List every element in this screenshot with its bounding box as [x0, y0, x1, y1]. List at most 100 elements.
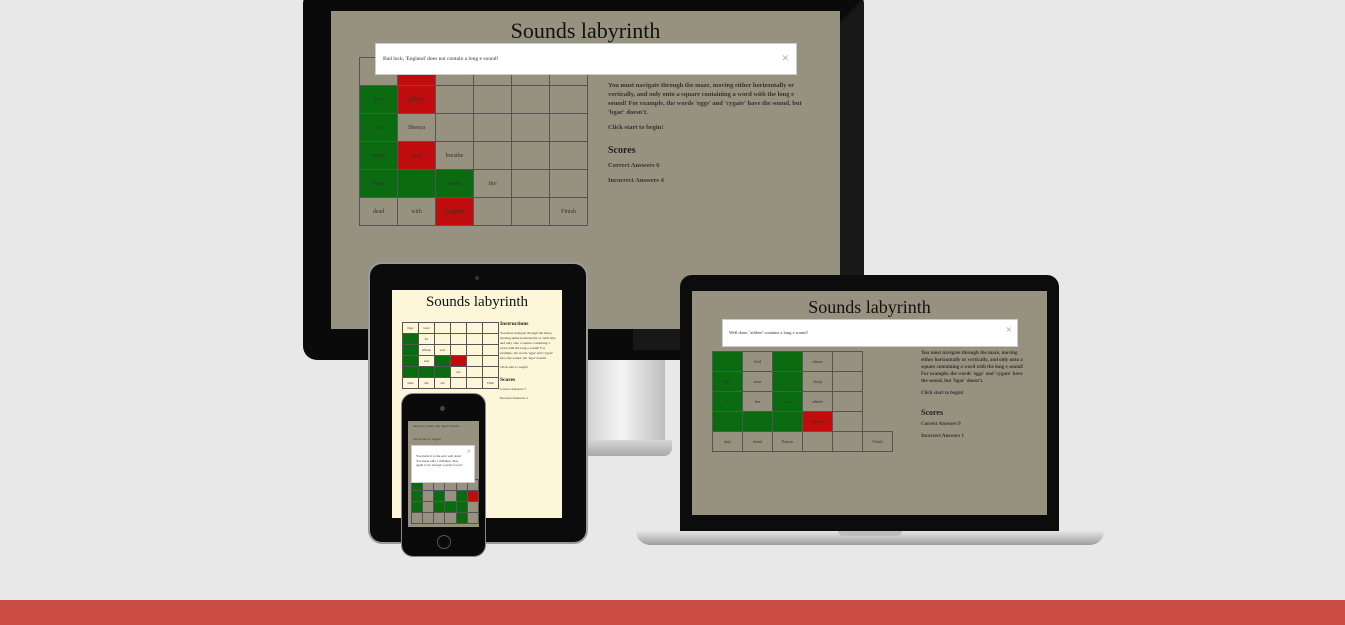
maze-cell[interactable]: [466, 501, 479, 513]
maze-cell[interactable]: [482, 344, 499, 356]
maze-cell[interactable]: [549, 113, 588, 142]
maze-cell[interactable]: Finish: [549, 197, 588, 226]
maze-cell[interactable]: [549, 141, 588, 170]
maze-cell[interactable]: steal: [397, 141, 436, 170]
maze-cell[interactable]: ship: [418, 377, 435, 389]
maze-cell[interactable]: [433, 512, 446, 524]
maze-cell[interactable]: Finish: [862, 431, 893, 452]
maze-cell[interactable]: England: [435, 197, 474, 226]
maze-cell[interactable]: [410, 512, 424, 524]
maze-cell[interactable]: [772, 411, 803, 432]
maze-cell[interactable]: [473, 113, 512, 142]
maze-cell[interactable]: [435, 85, 474, 114]
maze-cell[interactable]: [466, 366, 483, 378]
maze-cell[interactable]: breathe: [435, 141, 474, 170]
maze-cell[interactable]: [742, 411, 773, 432]
maze-cell[interactable]: [422, 512, 435, 524]
maze-cell[interactable]: sleep: [802, 371, 833, 392]
maze-cell[interactable]: [450, 322, 467, 334]
maze-cell[interactable]: [444, 512, 457, 524]
maze-cell[interactable]: [549, 169, 588, 198]
maze-cell[interactable]: [772, 351, 803, 372]
maze-cell[interactable]: [418, 366, 435, 378]
maze-cell[interactable]: [511, 169, 550, 198]
maze-cell[interactable]: [473, 85, 512, 114]
maze-cell[interactable]: Pattern: [772, 431, 803, 452]
maze-cell[interactable]: athlete: [802, 391, 833, 412]
maze-cell[interactable]: [397, 169, 436, 198]
maze-cell[interactable]: duty: [712, 431, 743, 452]
maze-cell[interactable]: seeds: [435, 169, 474, 198]
maze-cell[interactable]: [434, 322, 451, 334]
maze-cell[interactable]: with: [397, 197, 436, 226]
maze-cell[interactable]: [511, 113, 550, 142]
maze-cell[interactable]: [712, 351, 743, 372]
maze-cell[interactable]: [832, 431, 863, 452]
maze-cell[interactable]: pillow: [397, 85, 436, 114]
maze-cell[interactable]: [402, 344, 419, 356]
maze-cell[interactable]: [422, 490, 435, 502]
maze-cell[interactable]: [466, 490, 479, 502]
maze-cell[interactable]: bee: [742, 391, 773, 412]
maze-cell[interactable]: [511, 85, 550, 114]
maze-cell[interactable]: [466, 344, 483, 356]
maze-cell[interactable]: sweep: [359, 141, 398, 170]
maze-cell[interactable]: [422, 501, 435, 513]
maze-cell[interactable]: [466, 333, 483, 345]
maze-cell[interactable]: fire: [418, 333, 435, 345]
maze-cell[interactable]: [466, 512, 479, 524]
maze-cell[interactable]: [466, 322, 483, 334]
maze-cell[interactable]: key: [359, 85, 398, 114]
maze-cell[interactable]: wave: [434, 344, 451, 356]
maze-cell[interactable]: seed: [712, 371, 743, 392]
maze-cell[interactable]: cheese: [802, 351, 833, 372]
maze-cell[interactable]: tea: [712, 391, 743, 412]
maze-cell[interactable]: [435, 113, 474, 142]
maze-cell[interactable]: [410, 501, 424, 513]
maze-cell[interactable]: [402, 333, 419, 345]
home-button[interactable]: [437, 535, 451, 549]
maze-cell[interactable]: [482, 333, 499, 345]
maze-cell[interactable]: Finish: [482, 377, 499, 389]
maze-cell[interactable]: where: [402, 377, 419, 389]
maze-cell[interactable]: bread: [742, 431, 773, 452]
maze-cell[interactable]: [402, 355, 419, 367]
close-icon[interactable]: ×: [1006, 324, 1012, 336]
maze-cell[interactable]: [434, 366, 451, 378]
close-icon[interactable]: ×: [466, 447, 471, 456]
maze-cell[interactable]: [450, 333, 467, 345]
maze-cell[interactable]: [473, 141, 512, 170]
maze-cell[interactable]: free: [772, 391, 803, 412]
maze-cell[interactable]: [444, 490, 457, 502]
maze-cell[interactable]: fire: [473, 169, 512, 198]
maze-cell[interactable]: dead: [359, 197, 398, 226]
maze-cell[interactable]: [434, 333, 451, 345]
maze-cell[interactable]: athlete: [802, 411, 833, 432]
maze-cell[interactable]: [473, 197, 512, 226]
maze-cell[interactable]: dew: [450, 366, 467, 378]
maze-cell[interactable]: finger: [402, 322, 419, 334]
maze-cell[interactable]: [482, 355, 499, 367]
maze-cell[interactable]: bread: [418, 322, 435, 334]
maze-cell[interactable]: [450, 377, 467, 389]
maze-cell[interactable]: [482, 366, 499, 378]
maze-cell[interactable]: [444, 501, 457, 513]
maze-cell[interactable]: [434, 355, 451, 367]
maze-cell[interactable]: [712, 411, 743, 432]
maze-cell[interactable]: different: [418, 344, 435, 356]
maze-cell[interactable]: field: [742, 351, 773, 372]
maze-cell[interactable]: [832, 351, 863, 372]
maze-cell[interactable]: [772, 371, 803, 392]
maze-cell[interactable]: [511, 197, 550, 226]
maze-cell[interactable]: [832, 391, 863, 412]
maze-cell[interactable]: [433, 490, 446, 502]
maze-cell[interactable]: [455, 501, 468, 513]
maze-cell[interactable]: [802, 431, 833, 452]
maze-cell[interactable]: [455, 512, 468, 524]
maze-cell[interactable]: [466, 355, 483, 367]
maze-cell[interactable]: verb: [434, 377, 451, 389]
maze-cell[interactable]: sheep: [359, 169, 398, 198]
maze-cell[interactable]: [410, 490, 424, 502]
maze-cell[interactable]: dead: [418, 355, 435, 367]
maze-cell[interactable]: soon: [742, 371, 773, 392]
